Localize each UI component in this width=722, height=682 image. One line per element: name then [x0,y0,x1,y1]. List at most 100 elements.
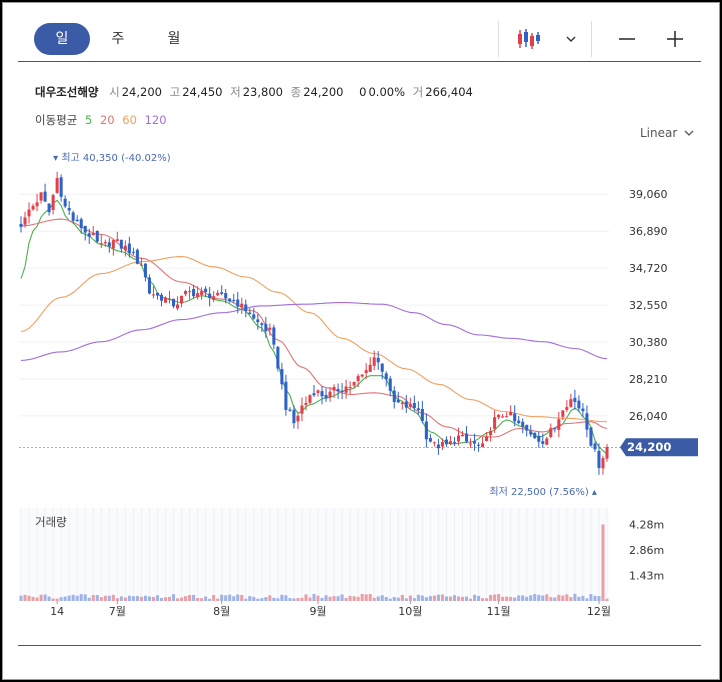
volume-bar [23,594,27,601]
volume-bar [212,594,216,601]
candle-body [400,402,404,404]
volume-bar [553,597,557,601]
volume-bar [228,594,232,601]
candle [47,203,51,216]
volume-bar [525,596,529,601]
candle [545,436,549,445]
candle-body [139,264,143,266]
candle [605,444,609,462]
candle [176,296,180,311]
volume-bar [143,595,147,601]
volume-bar [380,595,384,601]
volume-bar [513,597,517,601]
volume-bar [497,594,501,601]
volume-bar [292,598,296,601]
candle-body [380,363,384,372]
volume-bar [549,597,553,601]
candle [31,203,35,211]
candle [300,397,304,422]
candle-body [196,293,200,298]
candle-body [244,304,248,312]
volume-bar [601,524,605,601]
candle-body [240,303,244,308]
volume-bar [167,596,172,601]
volume-bar [364,594,368,601]
volume-bar [593,595,597,601]
candle [436,438,440,455]
volume-bar [533,594,537,601]
candle-body [155,292,159,296]
candle-body [589,427,593,446]
candle-body [428,438,432,442]
volume-bar [372,597,376,601]
candle-body [91,233,95,236]
volume-bar [356,596,360,601]
volume-bar [477,595,481,601]
candle [264,316,268,338]
volume-bar [79,594,83,601]
volume-bar [308,597,312,601]
candle [159,292,164,307]
candle [131,247,135,256]
candle [549,423,553,439]
candle-body [304,403,308,405]
volume-bar [43,594,47,601]
candle [143,262,147,282]
candle-body [473,441,477,444]
candle [208,286,212,307]
x-tick-label: 9월 [309,605,326,618]
candle-body [147,277,151,294]
candle [184,289,188,297]
ma120-line [20,301,608,361]
candle-body [489,430,493,436]
candle-body [107,242,111,247]
candle [19,216,23,233]
price-chart[interactable]: 39,060 36,890 34,720 32,550 30,380 28,210 26,0… [3,3,719,679]
candle-body [75,219,79,222]
candle [55,171,59,194]
y-tick-label: 28,210 [629,373,668,386]
candle-body [131,251,135,253]
y-tick-label: 36,890 [629,225,668,238]
candle-body [533,432,537,439]
volume-bar [320,597,324,601]
volume-bar [577,596,581,601]
candle-body [167,298,172,300]
candle-body [176,304,180,309]
candle-body [328,391,332,398]
candle-body [436,444,440,449]
candle [464,426,469,444]
candle-body [521,421,525,427]
candle-body [248,312,252,315]
candle [228,298,232,303]
candle [280,362,284,390]
volume-bar [420,595,424,601]
volume-bar [581,595,585,601]
candle-body [264,323,268,332]
candle-body [481,443,485,448]
candle [167,290,172,304]
volume-bar [232,596,236,601]
volume-bar [284,595,288,601]
volume-bar [304,594,308,601]
candle [99,234,103,248]
volume-bar [224,595,228,601]
candle-body [123,245,127,251]
volume-bar [91,595,95,601]
candle-body [412,402,416,409]
candle-body [284,381,288,410]
candle [392,386,396,409]
y-tick-label: 34,720 [629,262,668,275]
volume-bar [180,597,184,601]
candle-body [340,390,344,393]
candle [537,431,541,448]
candle [204,286,208,298]
candle-body [553,428,557,430]
volume-bar [436,594,440,601]
candle-body [456,435,461,442]
volume-bar [428,596,432,601]
candle [272,324,276,350]
volume-bar [424,597,428,601]
candle [573,389,577,410]
candle-body [143,263,147,278]
